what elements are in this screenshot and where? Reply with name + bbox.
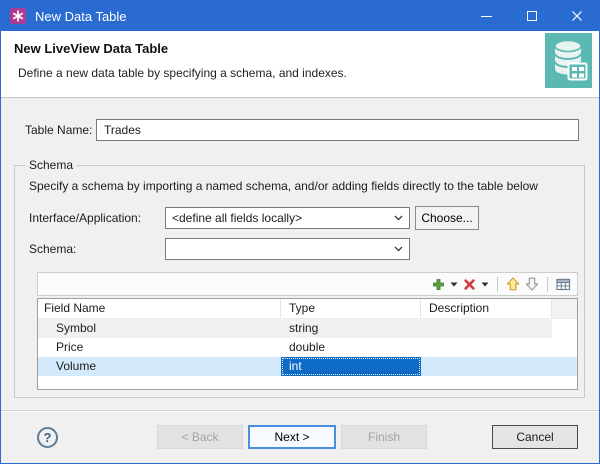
toolbar-separator xyxy=(497,277,498,292)
move-down-icon[interactable] xyxy=(525,277,539,291)
type-cell[interactable]: string xyxy=(281,319,421,338)
maximize-button[interactable] xyxy=(509,1,554,31)
column-header-filler xyxy=(552,299,577,319)
delete-field-menu-icon[interactable] xyxy=(481,282,489,287)
close-icon xyxy=(571,10,583,22)
fields-table: Field Name Type Description Symbol strin… xyxy=(37,298,578,390)
new-data-table-dialog: New Data Table New LiveView Data Table D… xyxy=(0,0,600,464)
delete-field-icon[interactable] xyxy=(463,278,476,291)
move-up-icon[interactable] xyxy=(506,277,520,291)
window-title: New Data Table xyxy=(35,9,464,24)
table-name-input[interactable]: Trades xyxy=(96,119,579,141)
fields-toolbar xyxy=(37,272,578,296)
type-cell-selected[interactable]: int xyxy=(281,357,421,376)
schema-instruction: Specify a schema by importing a named sc… xyxy=(29,179,538,193)
table-row[interactable]: Symbol string xyxy=(38,319,577,338)
toolbar-separator xyxy=(547,277,548,292)
column-header-field-name[interactable]: Field Name xyxy=(38,299,281,319)
page-title: New LiveView Data Table xyxy=(14,41,168,56)
field-name-cell[interactable]: Symbol xyxy=(38,319,281,338)
close-button[interactable] xyxy=(554,1,599,31)
button-bar: ? < Back Next > Finish Cancel xyxy=(1,410,599,463)
schema-combo[interactable] xyxy=(165,238,410,260)
cancel-button[interactable]: Cancel xyxy=(492,425,578,449)
table-row-selected[interactable]: Volume int xyxy=(38,357,577,376)
schema-group-legend: Schema xyxy=(25,158,77,172)
description-cell[interactable] xyxy=(421,319,552,338)
table-name-value: Trades xyxy=(104,123,141,137)
next-button[interactable]: Next > xyxy=(248,425,336,449)
wizard-banner: New LiveView Data Table Define a new dat… xyxy=(1,31,599,98)
page-description: Define a new data table by specifying a … xyxy=(18,66,347,80)
column-header-description[interactable]: Description xyxy=(421,299,552,319)
chevron-down-icon xyxy=(387,246,409,252)
add-field-menu-icon[interactable] xyxy=(450,282,458,287)
back-button[interactable]: < Back xyxy=(157,425,243,449)
minimize-button[interactable] xyxy=(464,1,509,31)
dialog-body: Table Name: Trades Schema Specify a sche… xyxy=(1,98,599,410)
finish-button[interactable]: Finish xyxy=(341,425,427,449)
interface-application-label: Interface/Application: xyxy=(29,211,141,225)
description-cell[interactable] xyxy=(421,338,552,357)
table-name-label: Table Name: xyxy=(25,123,96,137)
choose-button[interactable]: Choose... xyxy=(415,206,479,230)
data-table-banner-icon xyxy=(545,33,592,88)
minimize-icon xyxy=(481,16,492,17)
table-row[interactable]: Price double xyxy=(38,338,577,357)
field-name-cell[interactable]: Volume xyxy=(38,357,281,376)
title-bar[interactable]: New Data Table xyxy=(1,1,599,31)
interface-application-combo[interactable]: <define all fields locally> xyxy=(165,207,410,229)
table-name-row: Table Name: Trades xyxy=(25,119,579,141)
field-name-cell[interactable]: Price xyxy=(38,338,281,357)
column-header-type[interactable]: Type xyxy=(281,299,421,319)
interface-application-value: <define all fields locally> xyxy=(166,211,387,225)
schema-label: Schema: xyxy=(29,242,76,256)
add-field-icon[interactable] xyxy=(432,278,445,291)
type-cell[interactable]: double xyxy=(281,338,421,357)
chevron-down-icon xyxy=(387,215,409,221)
description-cell[interactable] xyxy=(421,357,552,376)
copy-table-icon[interactable] xyxy=(556,278,571,291)
maximize-icon xyxy=(527,11,537,21)
schema-group: Schema Specify a schema by importing a n… xyxy=(14,165,585,398)
new-data-table-wizard-icon xyxy=(10,8,26,24)
help-button[interactable]: ? xyxy=(37,427,58,448)
fields-table-header: Field Name Type Description xyxy=(38,299,577,319)
